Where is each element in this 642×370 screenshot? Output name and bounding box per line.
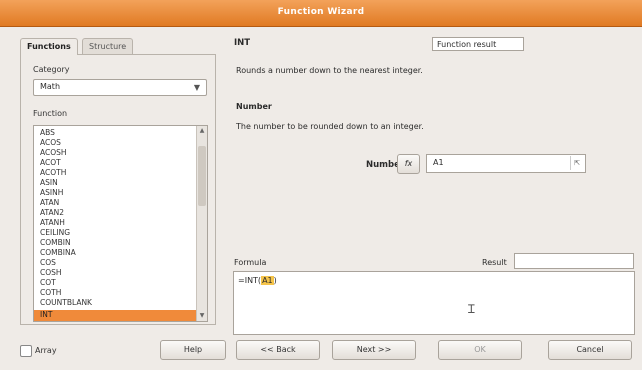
back-button[interactable]: << Back — [236, 340, 320, 360]
category-dropdown[interactable]: Math ▼ — [33, 79, 207, 96]
ok-button[interactable]: OK — [438, 340, 522, 360]
tab-structure[interactable]: Structure — [82, 38, 134, 54]
list-item-selected[interactable]: INT — [40, 310, 52, 319]
text-cursor-icon: Ɪ — [468, 302, 475, 316]
argument-description: The number to be rounded down to an inte… — [236, 122, 424, 131]
fx-button[interactable]: fx — [397, 154, 420, 174]
function-label: Function — [33, 109, 68, 118]
functions-panel: Category Math ▼ Function ABS ACOS ACOSH … — [20, 54, 216, 325]
function-wizard-window: Function Wizard Functions Structure Cate… — [0, 0, 642, 370]
cancel-button[interactable]: Cancel — [548, 340, 632, 360]
list-scrollbar[interactable]: ▲ ▼ — [196, 126, 207, 321]
title-bar: Function Wizard — [0, 0, 642, 27]
function-result-field: Function result — [432, 37, 524, 51]
tab-functions[interactable]: Functions — [20, 38, 78, 55]
list-item[interactable]: ACOT — [40, 158, 61, 167]
category-label: Category — [33, 65, 70, 74]
function-name: INT — [234, 38, 251, 48]
list-item[interactable]: COSH — [40, 268, 62, 277]
scroll-down-icon[interactable]: ▼ — [197, 311, 207, 321]
argument-name: Number — [236, 102, 272, 111]
list-item[interactable]: COS — [40, 258, 56, 267]
list-item[interactable]: ASINH — [40, 188, 63, 197]
category-value: Math — [40, 82, 61, 91]
window-title: Function Wizard — [277, 7, 365, 17]
function-list[interactable]: ABS ACOS ACOSH ACOT ACOTH ASIN ASINH ATA… — [33, 125, 208, 322]
scrollbar-thumb[interactable] — [198, 146, 206, 206]
list-item[interactable]: COMBIN — [40, 238, 71, 247]
list-item[interactable]: COT — [40, 278, 56, 287]
list-item[interactable]: ATAN2 — [40, 208, 64, 217]
formula-text: =INT(A1) — [238, 276, 277, 285]
list-item[interactable]: ACOTH — [40, 168, 66, 177]
function-description: Rounds a number down to the nearest inte… — [236, 66, 423, 75]
scroll-up-icon[interactable]: ▲ — [197, 126, 207, 136]
number-input[interactable]: A1 ⇱ — [426, 154, 586, 173]
formula-prefix: =INT( — [238, 276, 262, 285]
formula-editor[interactable]: =INT(A1) Ɪ — [233, 271, 635, 335]
formula-suffix: ) — [273, 276, 277, 285]
help-button[interactable]: Help — [160, 340, 226, 360]
array-checkbox[interactable] — [20, 345, 32, 357]
list-item[interactable]: ATAN — [40, 198, 59, 207]
result-label: Result — [482, 258, 507, 267]
formula-highlight: A1 — [261, 276, 274, 285]
list-item[interactable]: ACOS — [40, 138, 61, 147]
list-item[interactable]: CEILING — [40, 228, 70, 237]
list-item[interactable]: ATANH — [40, 218, 65, 227]
list-item[interactable]: ACOSH — [40, 148, 67, 157]
list-item[interactable]: ABS — [40, 128, 55, 137]
next-button[interactable]: Next >> — [332, 340, 416, 360]
list-item[interactable]: COUNTBLANK — [40, 298, 92, 307]
array-label: Array — [35, 346, 57, 355]
result-field — [514, 253, 634, 269]
list-item[interactable]: COTH — [40, 288, 61, 297]
list-item[interactable]: COMBINA — [40, 248, 76, 257]
number-input-value: A1 — [433, 158, 444, 167]
shrink-icon[interactable]: ⇱ — [570, 156, 583, 170]
formula-label: Formula — [234, 258, 267, 267]
selected-row-highlight — [34, 310, 196, 321]
chevron-down-icon: ▼ — [193, 83, 201, 92]
list-item[interactable]: ASIN — [40, 178, 58, 187]
